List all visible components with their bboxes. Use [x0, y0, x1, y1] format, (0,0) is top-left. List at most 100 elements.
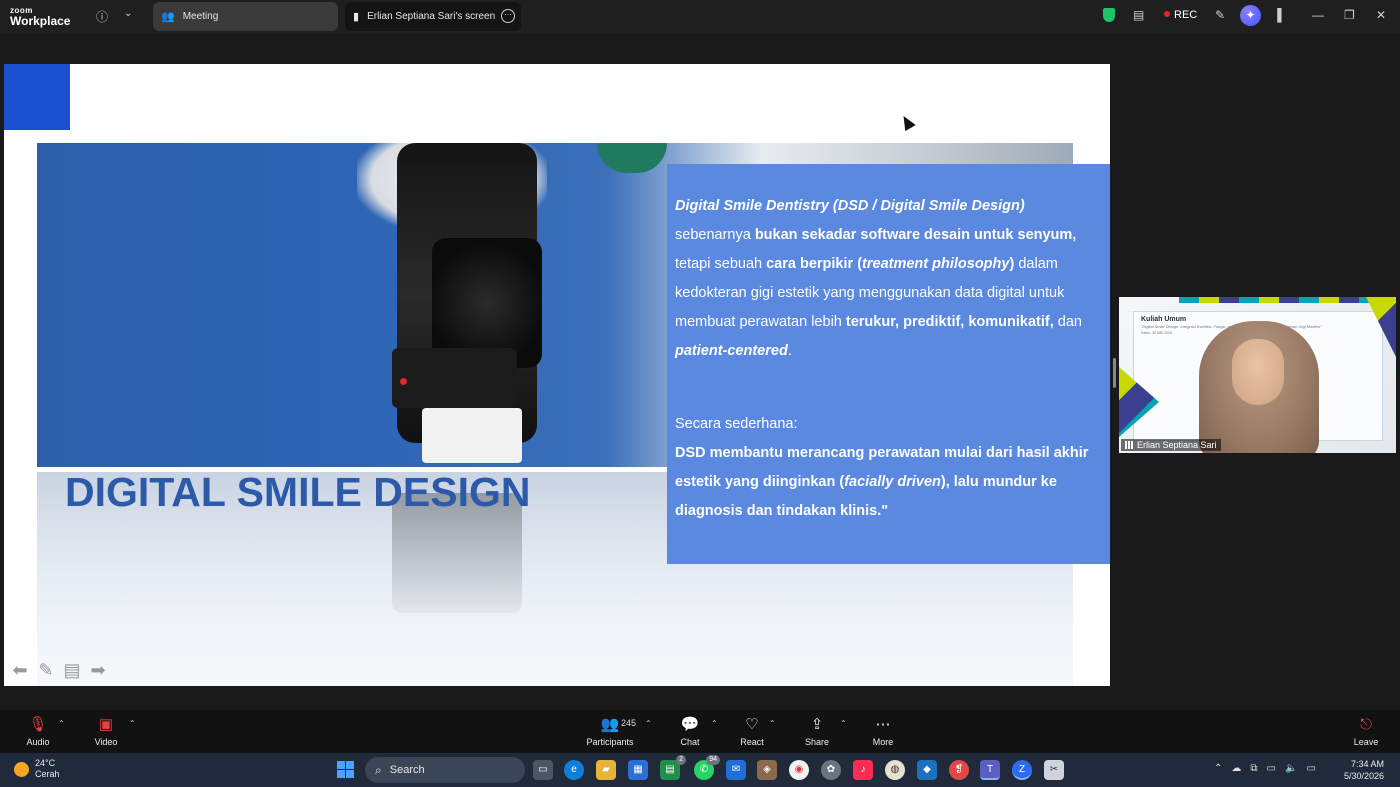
view-icon[interactable]: ▐ — [1273, 8, 1282, 22]
text-run: patient-centered — [675, 343, 788, 359]
cloud-icon[interactable]: ☁ — [1231, 763, 1241, 774]
leave-button[interactable]: ⎋ Leave — [1351, 716, 1381, 747]
ai-companion-icon[interactable]: ✦ — [1240, 5, 1261, 26]
app-icon-10[interactable]: ✿ — [821, 760, 841, 780]
info-icon[interactable]: ⓘ — [96, 8, 108, 25]
text-run: sebenarnya — [675, 227, 755, 243]
banner-top-stripe — [1179, 297, 1379, 303]
clock-time: 7:34 AM — [1351, 759, 1385, 769]
slide-accent-square — [4, 64, 70, 130]
menu-icon[interactable]: ▤ — [62, 660, 82, 680]
participants-count: 245 — [621, 718, 637, 728]
weather-condition: Cerah — [35, 769, 60, 779]
participant-video-tile[interactable]: Kuliah Umum "Digital Smile Design: Integ… — [1119, 297, 1396, 453]
share-icon: ⇪ — [810, 716, 824, 733]
arrow-left-icon[interactable]: ⬅ — [10, 660, 30, 680]
react-button[interactable]: ♡ React — [737, 716, 767, 747]
video-options-caret-icon[interactable]: ⌃ — [129, 719, 136, 728]
audio-button[interactable]: 🎙 Audio — [22, 716, 54, 747]
snipping-tool-icon[interactable]: ✂ — [1044, 760, 1064, 780]
text-run: facially driven — [844, 474, 941, 490]
taskbar-clock[interactable]: 7:34 AM 5/30/2026 — [1344, 758, 1384, 782]
file-explorer-icon[interactable]: ▰ — [596, 760, 616, 780]
tab-screen-label: Erlian Septiana Sari's screen — [367, 11, 496, 22]
text-run: terukur, prediktif, komunikatif, — [845, 314, 1054, 330]
minimize-icon[interactable]: — — [1312, 8, 1324, 22]
audio-options-caret-icon[interactable]: ⌃ — [58, 719, 65, 728]
onedrive-icon[interactable]: ◆ — [917, 760, 937, 780]
start-square — [346, 761, 354, 769]
arrow-right-icon[interactable]: ➡ — [88, 660, 108, 680]
start-square — [346, 770, 354, 778]
app-icon-8[interactable]: ◈ — [757, 760, 777, 780]
search-label: Search — [389, 764, 425, 776]
volume-icon[interactable]: 🔈 — [1285, 763, 1297, 774]
whatsapp-icon[interactable]: ✆ 94 — [694, 755, 720, 780]
chat-button[interactable]: 💬 Chat — [676, 716, 704, 747]
meeting-toolbar: 🎙 Audio ⌃ ▣ Video ⌃ 👥 Participants 245 ⌃… — [0, 710, 1400, 753]
participant-name-label: Erlian Septiana Sari — [1121, 439, 1221, 451]
more-icon: ⋯ — [875, 716, 891, 733]
music-icon[interactable]: ♪ — [853, 760, 873, 780]
weather-widget[interactable]: 24°C Cerah — [14, 758, 60, 780]
more-button[interactable]: ⋯ More — [869, 716, 897, 747]
edge-icon[interactable]: e — [564, 760, 584, 780]
pencil-icon[interactable]: ✎ — [1215, 8, 1225, 22]
app-icon-12[interactable]: ◍ — [885, 760, 905, 780]
chrome-icon[interactable]: ◉ — [789, 760, 809, 780]
zoom-icon[interactable]: Z — [1012, 760, 1032, 780]
tab-more-icon[interactable]: ··· — [501, 9, 515, 23]
chat-icon: 💬 — [680, 716, 700, 733]
share-caret-icon[interactable]: ⌃ — [840, 719, 847, 728]
more-label: More — [872, 737, 894, 747]
meeting-main-area: DIGITAL SMILE DESIGN Digital Smile Denti… — [0, 33, 1400, 710]
chat-caret-icon[interactable]: ⌃ — [711, 719, 718, 728]
react-icon: ♡ — [745, 716, 759, 733]
video-label: Video — [94, 737, 118, 747]
video-button[interactable]: ▣ Video — [90, 716, 122, 747]
share-button[interactable]: ⇪ Share — [803, 716, 831, 747]
participants-label: Participants — [586, 737, 634, 747]
text-run: cara berpikir ( — [766, 256, 863, 272]
windows-taskbar: 24°C Cerah ⌕ Search ▭ e ▰ ▦ ▤ 2 ✆ 94 ✉ ◈ ◉… — [0, 753, 1400, 787]
pen-icon[interactable]: ✎ — [36, 660, 56, 680]
system-tray: ⌃ ☁ ⧉ ▭ 🔈 ▭ — [1214, 763, 1316, 774]
text-run: . — [787, 343, 792, 359]
recording-indicator[interactable]: REC — [1164, 9, 1197, 21]
encryption-shield-icon[interactable] — [1103, 8, 1115, 22]
restore-icon[interactable]: ❐ — [1344, 8, 1355, 22]
temperature: 24°C — [35, 758, 56, 768]
camera-off-icon: ▣ — [98, 716, 114, 733]
task-view-icon[interactable]: ▭ — [533, 760, 553, 780]
resize-handle[interactable] — [1113, 358, 1116, 388]
battery-icon[interactable]: ▭ — [1306, 763, 1315, 774]
calendar-app-icon[interactable]: ▤ 2 — [660, 755, 686, 780]
app-icon-14[interactable]: ❡ — [949, 760, 969, 780]
network-icon[interactable]: ⧉ — [1250, 763, 1257, 774]
participants-caret-icon[interactable]: ⌃ — [645, 719, 652, 728]
sun-icon — [14, 761, 29, 777]
notes-icon[interactable]: ▤ — [1133, 8, 1144, 22]
chat-label: Chat — [680, 737, 700, 747]
chevron-down-icon[interactable]: ⌄ — [124, 8, 132, 19]
title-bar: zoom Workplace ⓘ ⌄ 👥 Meeting ▮ Erlian Se… — [0, 0, 1400, 33]
tab-shared-screen[interactable]: ▮ Erlian Septiana Sari's screen ··· — [345, 2, 521, 31]
flash-unit-shape — [392, 348, 517, 408]
taskbar-search[interactable]: ⌕ Search — [365, 757, 525, 783]
tab-meeting[interactable]: 👥 Meeting — [153, 2, 338, 31]
close-icon[interactable]: ✕ — [1376, 8, 1386, 22]
windows-start-icon[interactable] — [337, 761, 354, 778]
react-caret-icon[interactable]: ⌃ — [769, 719, 776, 728]
rec-label: REC — [1174, 9, 1198, 21]
participant-name: Erlian Septiana Sari — [1137, 440, 1217, 450]
teams-icon[interactable]: T — [980, 760, 1000, 780]
tab-meeting-label: Meeting — [182, 11, 219, 22]
people-icon: 👥 — [161, 11, 175, 23]
calendar-badge: 2 — [676, 755, 686, 765]
display-icon[interactable]: ▭ — [1267, 763, 1276, 774]
slide-heading: DIGITAL SMILE DESIGN — [65, 469, 531, 515]
whatsapp-badge: 94 — [706, 755, 720, 765]
tray-chevron-icon[interactable]: ⌃ — [1214, 763, 1222, 774]
mail-icon[interactable]: ✉ — [726, 760, 746, 780]
store-icon[interactable]: ▦ — [628, 760, 648, 780]
